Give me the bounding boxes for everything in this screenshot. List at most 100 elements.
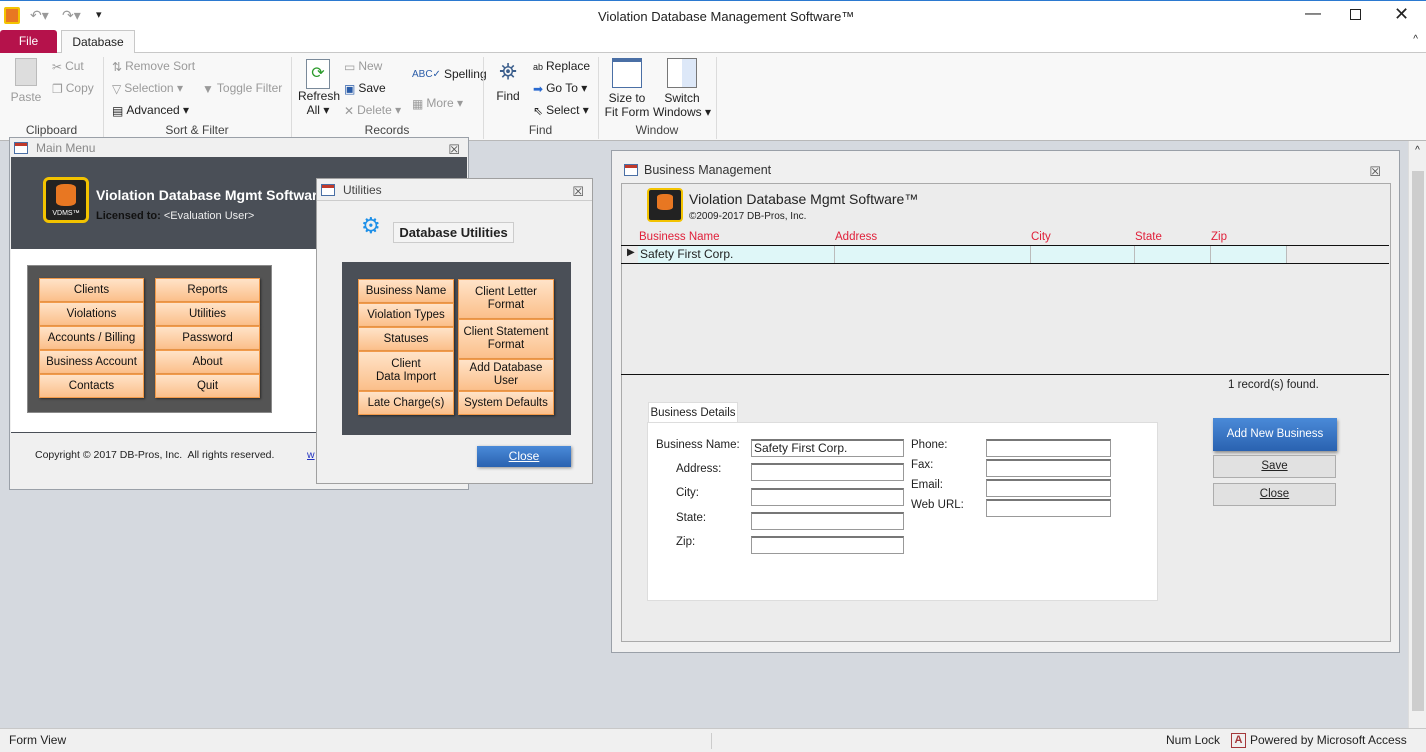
- reports-button[interactable]: Reports: [155, 278, 260, 302]
- collapse-ribbon-icon[interactable]: ^: [1413, 34, 1418, 45]
- column-header-business-name[interactable]: Business Name: [639, 231, 720, 243]
- size-to-fit-icon: [612, 58, 642, 88]
- clients-button[interactable]: Clients: [39, 278, 144, 302]
- about-button[interactable]: About: [155, 350, 260, 374]
- close-button[interactable]: Close: [1213, 483, 1336, 506]
- paste-button[interactable]: Paste: [10, 58, 42, 104]
- replace-button[interactable]: ab Replace: [533, 59, 590, 73]
- contacts-button[interactable]: Contacts: [39, 374, 144, 398]
- group-find: Find: [528, 123, 553, 137]
- workspace-scrollbar[interactable]: ^: [1408, 141, 1426, 728]
- access-logo-icon: A: [1231, 733, 1246, 748]
- tab-database[interactable]: Database: [61, 30, 135, 53]
- phone-field[interactable]: [986, 439, 1111, 457]
- zip-field[interactable]: [751, 536, 904, 554]
- title-bar: ↶▾ ↷▾ ▾ Violation Database Management So…: [0, 0, 1426, 30]
- spelling-button[interactable]: ABC✓ Spelling: [412, 67, 487, 81]
- cell-state[interactable]: [1135, 246, 1211, 263]
- fax-field[interactable]: [986, 459, 1111, 477]
- accounts-billing-button[interactable]: Accounts / Billing: [39, 326, 144, 350]
- late-charges-button[interactable]: Late Charge(s): [358, 391, 454, 415]
- scroll-thumb[interactable]: [1412, 171, 1424, 711]
- system-defaults-button[interactable]: System Defaults: [458, 391, 554, 415]
- copy-button[interactable]: ❐ Copy: [52, 81, 94, 96]
- redo-icon[interactable]: ↷▾: [62, 7, 81, 24]
- tab-file[interactable]: File: [0, 30, 57, 53]
- website-link[interactable]: w: [307, 449, 315, 461]
- toggle-filter-button[interactable]: ▼ Toggle Filter: [202, 81, 282, 96]
- undo-icon[interactable]: ↶▾: [30, 7, 49, 24]
- close-window-button[interactable]: ✕: [1394, 4, 1409, 25]
- cell-zip[interactable]: [1211, 246, 1287, 263]
- select-button[interactable]: ⇖ Select ▾: [533, 103, 589, 118]
- cut-button[interactable]: ✂ Cut: [52, 59, 84, 74]
- binoculars-icon: ⛯: [499, 59, 517, 84]
- funnel-icon: ▼: [202, 81, 214, 96]
- group-records: Records: [364, 123, 410, 137]
- form-icon: [321, 184, 335, 196]
- client-letter-format-button[interactable]: Client Letter Format: [458, 279, 554, 319]
- business-name-field[interactable]: Safety First Corp.: [751, 439, 904, 457]
- column-header-zip[interactable]: Zip: [1211, 231, 1227, 243]
- maximize-button[interactable]: [1350, 9, 1361, 20]
- fax-label: Fax:: [911, 459, 934, 471]
- selection-button[interactable]: ▽ Selection ▾: [112, 81, 183, 96]
- quit-button[interactable]: Quit: [155, 374, 260, 398]
- delete-record-button[interactable]: ✕ Delete ▾: [344, 103, 401, 118]
- business-name-button[interactable]: Business Name: [358, 279, 454, 303]
- minimize-button[interactable]: —: [1305, 5, 1321, 23]
- customize-toolbar-icon[interactable]: ▾: [96, 8, 102, 21]
- save-button[interactable]: Save: [1213, 455, 1336, 478]
- size-to-fit-button[interactable]: Size to Fit Form: [604, 58, 650, 119]
- switch-windows-button[interactable]: Switch Windows ▾: [652, 58, 712, 119]
- more-button[interactable]: ▦ More ▾: [412, 96, 463, 111]
- utilities-close-button[interactable]: Close: [477, 446, 571, 467]
- violations-button[interactable]: Violations: [39, 302, 144, 326]
- web-url-field[interactable]: [986, 499, 1111, 517]
- cell-city[interactable]: [1031, 246, 1135, 263]
- email-field[interactable]: [986, 479, 1111, 497]
- violation-types-button[interactable]: Violation Types: [358, 303, 454, 327]
- spelling-icon: ABC✓: [412, 69, 441, 81]
- utilities-close-icon[interactable]: ☒: [572, 181, 584, 203]
- scroll-up-icon[interactable]: ^: [1409, 145, 1426, 156]
- advanced-button[interactable]: ▤ Advanced ▾: [112, 103, 189, 118]
- add-new-business-button[interactable]: Add New Business: [1213, 418, 1337, 451]
- group-clipboard: Clipboard: [25, 123, 78, 137]
- city-field[interactable]: [751, 488, 904, 506]
- cell-business-name[interactable]: Safety First Corp.: [638, 246, 835, 263]
- add-database-user-button[interactable]: Add Database User: [458, 359, 554, 391]
- column-header-state[interactable]: State: [1135, 231, 1162, 243]
- address-label: Address:: [676, 463, 722, 475]
- ribbon: Paste ✂ Cut ❐ Copy Clipboard ⇅ Remove Sort …: [0, 53, 1426, 141]
- password-button[interactable]: Password: [155, 326, 260, 350]
- business-copyright: ©2009-2017 DB-Pros, Inc.: [689, 211, 807, 222]
- statuses-button[interactable]: Statuses: [358, 327, 454, 351]
- scissors-icon: ✂: [52, 59, 63, 74]
- refresh-all-button[interactable]: ⟳ Refresh All ▾: [298, 59, 340, 117]
- email-label: Email:: [911, 479, 943, 491]
- business-account-button[interactable]: Business Account: [39, 350, 144, 374]
- new-record-icon: ▭: [344, 59, 356, 74]
- city-label: City:: [676, 487, 699, 499]
- business-close-icon[interactable]: ☒: [1369, 161, 1381, 183]
- row-selector-icon[interactable]: ▶: [627, 247, 635, 258]
- save-icon: ▣: [344, 81, 356, 96]
- form-icon: [624, 164, 638, 176]
- find-button[interactable]: ⛯ Find: [492, 59, 524, 103]
- goto-button[interactable]: ➡ Go To ▾: [533, 81, 587, 96]
- cell-address[interactable]: [835, 246, 1031, 263]
- tab-business-details[interactable]: Business Details: [648, 402, 738, 423]
- client-statement-format-button[interactable]: Client Statement Format: [458, 319, 554, 359]
- state-field[interactable]: [751, 512, 904, 530]
- new-record-button[interactable]: ▭ New: [344, 59, 382, 74]
- address-field[interactable]: [751, 463, 904, 481]
- cursor-icon: ⇖: [533, 103, 544, 118]
- column-header-address[interactable]: Address: [835, 231, 877, 243]
- column-header-city[interactable]: City: [1031, 231, 1051, 243]
- table-icon: ▦: [412, 96, 424, 111]
- client-data-import-button[interactable]: Client Data Import: [358, 351, 454, 391]
- utilities-button[interactable]: Utilities: [155, 302, 260, 326]
- remove-sort-button[interactable]: ⇅ Remove Sort: [112, 59, 195, 74]
- save-record-button[interactable]: ▣ Save: [344, 81, 386, 96]
